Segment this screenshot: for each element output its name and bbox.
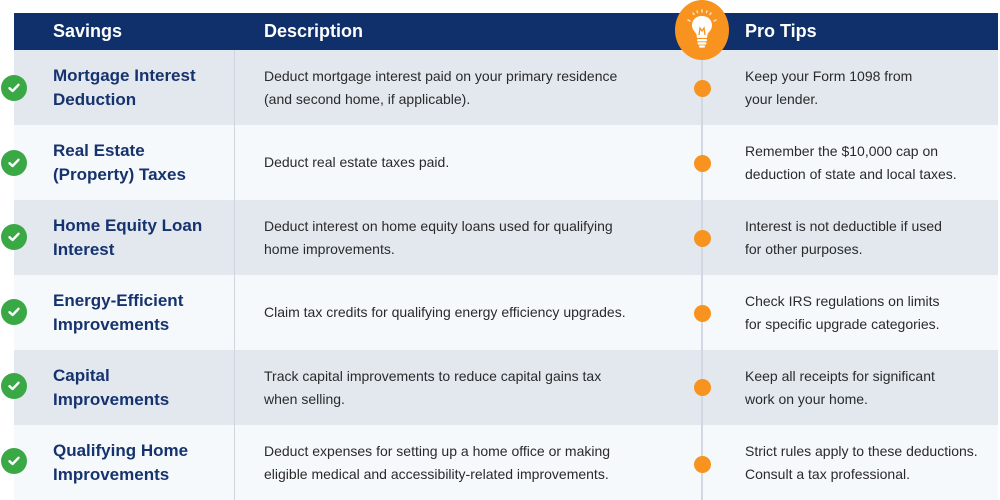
savings-line: Interest	[53, 239, 115, 259]
tip-line: Strict rules apply to these deductions.	[745, 442, 978, 459]
tip-line: Keep all receipts for significant	[745, 367, 935, 384]
tip-line: Check IRS regulations on limits	[745, 292, 940, 309]
savings-line: Real Estate	[53, 140, 145, 160]
tip-line: Keep your Form 1098 from	[745, 67, 913, 84]
check-circle-icon	[1, 299, 27, 325]
header-description: Description	[264, 21, 364, 41]
description-cell: Deduct real estate taxes paid.	[264, 125, 684, 200]
tip-line: Consult a tax professional.	[745, 465, 910, 482]
description-line: Deduct expenses for setting up a home of…	[264, 442, 611, 459]
timeline-dot-icon	[694, 155, 711, 172]
savings-line: (Property) Taxes	[53, 164, 186, 184]
tip-line: Interest is not deductible if used	[745, 217, 942, 234]
description-line: home improvements.	[264, 240, 395, 257]
header-pro-tips: Pro Tips	[745, 21, 817, 41]
tip-line: for specific upgrade categories.	[745, 315, 940, 332]
savings-cell: Capital Improvements	[53, 350, 228, 425]
check-circle-icon	[1, 75, 27, 101]
tip-line: work on your home.	[745, 390, 868, 407]
timeline-dot-icon	[694, 230, 711, 247]
description-line: Deduct mortgage interest paid on your pr…	[264, 67, 618, 84]
column-divider	[234, 350, 235, 425]
description-line: Track capital improvements to reduce cap…	[264, 367, 602, 384]
column-divider	[234, 125, 235, 200]
table-row: Qualifying Home Improvements Deduct expen…	[14, 425, 998, 500]
tip-cell: Check IRS regulations on limits for speci…	[745, 275, 995, 350]
description-cell: Track capital improvements to reduce cap…	[264, 350, 684, 425]
description-line: Deduct real estate taxes paid.	[264, 154, 450, 170]
description-line: Claim tax credits for qualifying energy …	[264, 304, 626, 320]
table-header: Savings Description Pro Tips	[14, 13, 998, 50]
description-cell: Deduct mortgage interest paid on your pr…	[264, 50, 684, 125]
savings-line: Mortgage Interest	[53, 65, 196, 85]
tip-cell: Keep all receipts for significant work on…	[745, 350, 995, 425]
column-divider	[234, 200, 235, 275]
timeline-dot-icon	[694, 456, 711, 473]
description-cell: Claim tax credits for qualifying energy …	[264, 275, 684, 350]
savings-line: Qualifying Home	[53, 440, 189, 460]
timeline-dot-icon	[694, 305, 711, 322]
column-divider	[234, 275, 235, 350]
check-circle-icon	[1, 224, 27, 250]
savings-line: Deduction	[53, 89, 137, 109]
check-circle-icon	[1, 448, 27, 474]
savings-cell: Mortgage Interest Deduction	[53, 50, 228, 125]
savings-cell: Real Estate (Property) Taxes	[53, 125, 228, 200]
table-row: Energy-Efficient Improvements Claim tax c…	[14, 275, 998, 350]
savings-line: Improvements	[53, 389, 170, 409]
tip-line: deduction of state and local taxes.	[745, 165, 957, 182]
tip-cell: Remember the $10,000 cap on deduction of …	[745, 125, 995, 200]
savings-line: Improvements	[53, 464, 170, 484]
table-row: Real Estate (Property) Taxes Deduct real …	[14, 125, 998, 200]
savings-cell: Energy-Efficient Improvements	[53, 275, 228, 350]
table-row: Mortgage Interest Deduction Deduct mortga…	[14, 50, 998, 125]
tip-cell: Interest is not deductible if used for ot…	[745, 200, 995, 275]
tip-line: for other purposes.	[745, 240, 863, 257]
table-row: Home Equity Loan Interest Deduct interest…	[14, 200, 998, 275]
tip-line: your lender.	[745, 90, 819, 107]
savings-line: Energy-Efficient	[53, 290, 184, 310]
tip-line: Remember the $10,000 cap on	[745, 142, 939, 159]
lightbulb-icon	[675, 0, 729, 60]
check-circle-icon	[1, 150, 27, 176]
timeline-dot-icon	[694, 80, 711, 97]
home-tax-savings-table: Savings Description Pro Tips Mortgage In…	[14, 13, 998, 500]
savings-line: Home Equity Loan	[53, 215, 203, 235]
column-divider	[234, 425, 235, 500]
check-circle-icon	[1, 373, 27, 399]
description-cell: Deduct interest on home equity loans use…	[264, 200, 684, 275]
savings-cell: Home Equity Loan Interest	[53, 200, 228, 275]
description-line: eligible medical and accessibility-relat…	[264, 465, 609, 482]
savings-line: Improvements	[53, 314, 170, 334]
tip-cell: Keep your Form 1098 from your lender.	[745, 50, 995, 125]
description-line: (and second home, if applicable).	[264, 90, 471, 107]
table-row: Capital Improvements Track capital improv…	[14, 350, 998, 425]
savings-line: Capital	[53, 365, 110, 385]
description-line: Deduct interest on home equity loans use…	[264, 217, 613, 234]
savings-cell: Qualifying Home Improvements	[53, 425, 228, 500]
description-line: when selling.	[264, 390, 345, 407]
column-divider	[234, 50, 235, 125]
tips-timeline-line	[701, 50, 703, 500]
description-cell: Deduct expenses for setting up a home of…	[264, 425, 684, 500]
timeline-dot-icon	[694, 379, 711, 396]
tip-cell: Strict rules apply to these deductions. C…	[745, 425, 995, 500]
header-savings: Savings	[53, 21, 123, 41]
